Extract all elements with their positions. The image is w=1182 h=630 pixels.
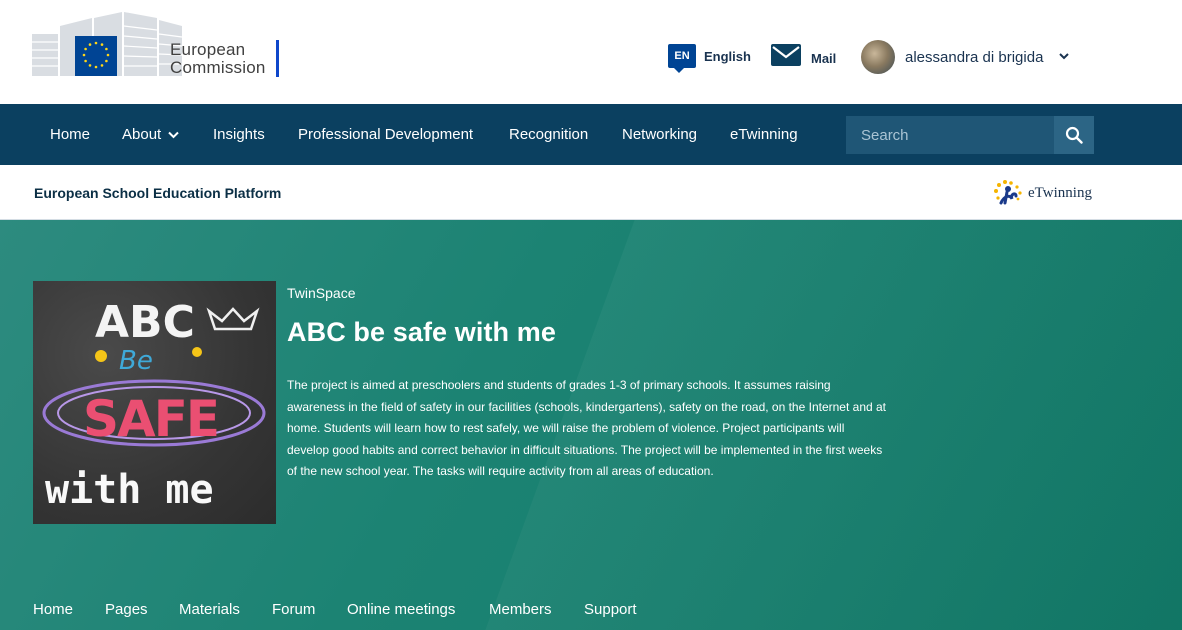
mail-link[interactable]: Mail xyxy=(771,44,836,66)
mail-label: Mail xyxy=(811,50,837,66)
project-description: The project is aimed at preschoolers and… xyxy=(287,378,887,478)
logo-wordmark: European Commission xyxy=(170,41,266,77)
crown-icon xyxy=(206,307,260,331)
logo-line-1: European xyxy=(170,40,246,59)
nav-insights[interactable]: Insights xyxy=(213,126,265,143)
chevron-down-icon xyxy=(1059,51,1070,63)
nav-about[interactable]: About xyxy=(122,126,180,143)
chevron-down-icon xyxy=(168,131,180,139)
nav-home[interactable]: Home xyxy=(50,126,90,143)
tab-pages[interactable]: Pages xyxy=(105,601,148,618)
etwinning-wordmark: eTwinning xyxy=(1028,184,1092,201)
nav-networking[interactable]: Networking xyxy=(622,126,697,143)
tab-support[interactable]: Support xyxy=(584,601,637,618)
image-text-be: Be xyxy=(119,346,153,376)
search-input[interactable] xyxy=(846,116,1054,154)
tab-materials[interactable]: Materials xyxy=(179,601,240,618)
project-image: ABC Be SAFE with me xyxy=(33,281,276,524)
language-selector[interactable]: EN English xyxy=(668,44,751,73)
image-text-with-me: with me xyxy=(45,467,214,513)
nav-recognition[interactable]: Recognition xyxy=(509,126,588,143)
yellow-dot xyxy=(192,347,202,357)
user-name: alessandra di brigida xyxy=(905,48,1044,66)
image-text-abc: ABC xyxy=(95,297,195,348)
project-kicker: TwinSpace xyxy=(287,285,356,301)
language-code-badge: EN xyxy=(668,44,696,73)
etwinning-logo[interactable]: eTwinning xyxy=(990,179,1092,207)
site-title[interactable]: European School Education Platform xyxy=(34,185,281,201)
logo-divider xyxy=(276,40,279,77)
search-icon xyxy=(1065,126,1083,144)
tab-forum[interactable]: Forum xyxy=(272,601,315,618)
site-bar: European School Education Platform eTwin… xyxy=(0,165,1182,220)
nav-professional-development[interactable]: Professional Development xyxy=(298,126,473,143)
nav-about-label: About xyxy=(122,126,162,143)
avatar xyxy=(861,40,895,74)
language-label: English xyxy=(704,48,751,64)
logo-line-2: Commission xyxy=(170,58,266,77)
page-title: ABC be safe with me xyxy=(287,317,556,347)
yellow-dot xyxy=(95,350,107,362)
mail-icon xyxy=(771,44,801,66)
tab-online-meetings[interactable]: Online meetings xyxy=(347,601,455,618)
tab-home[interactable]: Home xyxy=(33,601,73,618)
etwinning-figure-icon xyxy=(994,180,1022,205)
nav-etwinning[interactable]: eTwinning xyxy=(730,126,798,143)
project-image-art: ABC Be SAFE with me xyxy=(42,297,266,513)
search-box xyxy=(846,116,1094,154)
twinspace-navigation: Home Pages Materials Forum Online meetin… xyxy=(0,601,1182,625)
user-menu[interactable]: alessandra di brigida xyxy=(861,40,1070,74)
tab-members[interactable]: Members xyxy=(489,601,552,618)
top-header: European Commission EN English Mail ales… xyxy=(0,0,1182,104)
image-text-safe: SAFE xyxy=(83,390,218,448)
project-hero: ABC Be SAFE with me TwinSpace ABC be saf… xyxy=(0,220,1182,630)
search-button[interactable] xyxy=(1054,116,1094,154)
